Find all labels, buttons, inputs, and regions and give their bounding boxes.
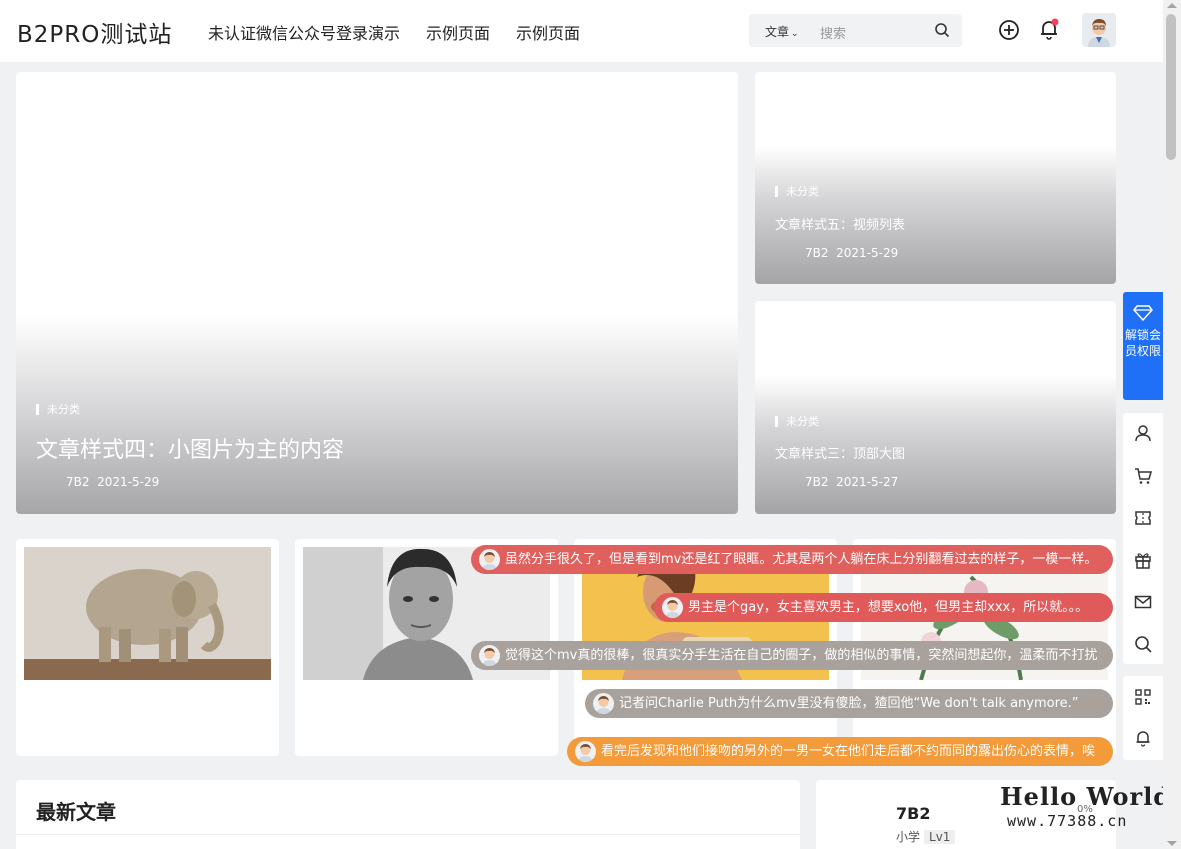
search-icon[interactable]: [1134, 635, 1152, 653]
commenter-avatar: [479, 645, 500, 666]
scroll-down-arrow-icon[interactable]: [1167, 841, 1177, 846]
unlock-vip-button[interactable]: 解锁会员权限: [1123, 292, 1163, 400]
notification-bell-icon[interactable]: [1038, 18, 1060, 40]
main-nav: 未认证微信公众号登录演示 示例页面 示例页面: [208, 20, 580, 44]
mail-icon[interactable]: [1134, 593, 1152, 611]
danmaku-comment: 觉得这个mv真的很棒，很真实分手生活在自己的圈子，做的相似的事情，突然间想起你，…: [471, 641, 1113, 670]
user-icon[interactable]: [1134, 424, 1152, 442]
nav-item-wechat-login[interactable]: 未认证微信公众号登录演示: [208, 20, 400, 44]
search-icon[interactable]: [934, 22, 950, 38]
site-logo[interactable]: B2PRO测试站: [17, 15, 172, 49]
qrcode-icon[interactable]: [1134, 688, 1152, 706]
top-header: B2PRO测试站 未认证微信公众号登录演示 示例页面 示例页面 文章 ⌄ 搜索: [0, 0, 1163, 62]
post-category[interactable]: 未分类: [36, 404, 80, 415]
unlock-vip-label: 解锁会员权限: [1124, 328, 1161, 358]
bell-icon[interactable]: [1134, 729, 1152, 747]
latest-posts-section: 最新文章: [16, 780, 800, 849]
search-box: 文章 ⌄ 搜索: [749, 14, 962, 47]
divider: [16, 834, 800, 835]
search-input[interactable]: 搜索: [820, 23, 846, 42]
section-title: 最新文章: [36, 800, 116, 824]
ticket-icon[interactable]: [1134, 509, 1152, 527]
commenter-avatar: [479, 549, 500, 570]
user-name[interactable]: 7B2: [896, 804, 930, 823]
commenter-avatar: [575, 741, 596, 762]
nav-item-example-page-2[interactable]: 示例页面: [516, 20, 580, 44]
elephant-thumbnail[interactable]: [24, 547, 271, 680]
post-card[interactable]: [16, 539, 279, 756]
post-date: 2021-5-29: [97, 475, 160, 489]
post-category[interactable]: 未分类: [775, 186, 819, 197]
post-author[interactable]: 7B2: [66, 475, 90, 489]
post-author[interactable]: 7B2: [805, 475, 829, 489]
hero-post-main[interactable]: 未分类 文章样式四：小图片为主的内容 7B2 2021-5-29: [16, 72, 738, 514]
post-meta: 7B2 2021-5-29: [66, 475, 159, 489]
danmaku-comment: 虽然分手很久了，但是看到mv还是红了眼眶。尤其是两个人躺在床上分别翻看过去的样子…: [471, 545, 1113, 574]
chevron-down-icon: ⌄: [791, 29, 799, 39]
post-date: 2021-5-29: [836, 246, 899, 260]
diamond-icon: [1133, 305, 1153, 321]
watermark-url: www.77388.cn: [1007, 812, 1128, 830]
cart-icon[interactable]: [1134, 467, 1152, 485]
commenter-avatar: [593, 693, 614, 714]
post-category[interactable]: 未分类: [775, 416, 819, 427]
post-meta: 7B2 2021-5-27: [805, 475, 898, 489]
add-post-icon[interactable]: [998, 19, 1020, 41]
post-title[interactable]: 文章样式四：小图片为主的内容: [36, 432, 344, 464]
post-title[interactable]: 文章样式三：顶部大图: [775, 443, 905, 462]
danmaku-comment: 记者问Charlie Puth为什么mv里没有傻脸，猹回他“We don't t…: [585, 689, 1113, 718]
gift-icon[interactable]: [1134, 551, 1152, 569]
hero-post-side-2[interactable]: 未分类 文章样式三：顶部大图 7B2 2021-5-27: [755, 301, 1116, 514]
page-scrollbar[interactable]: [1163, 0, 1181, 849]
danmaku-comment: 看完后发现和他们接吻的另外的一男一女在他们走后都不约而同的露出伤心的表情，唉: [567, 737, 1113, 766]
post-author[interactable]: 7B2: [805, 246, 829, 260]
user-avatar[interactable]: [1082, 13, 1116, 47]
level-badge: Lv1: [924, 830, 956, 844]
scrollbar-thumb[interactable]: [1166, 14, 1176, 160]
danmaku-comment: 男主是个gay，女主喜欢男主，想要xo他，但男主却xxx，所以就。。。: [654, 593, 1113, 622]
hero-post-side-1[interactable]: 未分类 文章样式五：视频列表 7B2 2021-5-29: [755, 72, 1116, 284]
commenter-avatar: [662, 597, 683, 618]
post-title[interactable]: 文章样式五：视频列表: [775, 214, 905, 233]
floating-sidebar: [1123, 413, 1163, 664]
nav-item-example-page-1[interactable]: 示例页面: [426, 20, 490, 44]
post-meta: 7B2 2021-5-29: [805, 246, 898, 260]
user-level: 小学 Lv1: [896, 828, 956, 845]
post-date: 2021-5-27: [836, 475, 899, 489]
floating-sidebar-tools: [1123, 676, 1163, 760]
scroll-up-arrow-icon[interactable]: [1167, 3, 1177, 8]
search-type-select[interactable]: 文章 ⌄: [765, 23, 799, 40]
